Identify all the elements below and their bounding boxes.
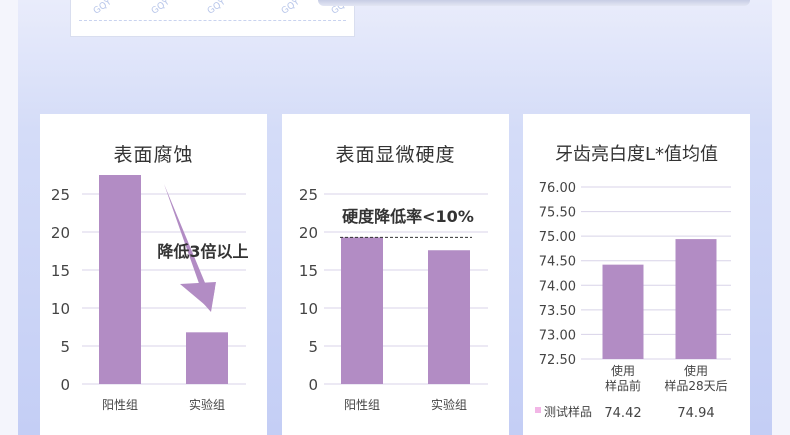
- x-tick-label: 实验组: [431, 397, 467, 412]
- y-tick-label: 75.50: [539, 206, 576, 221]
- y-tick-label: 15: [299, 262, 318, 280]
- y-tick-label: 20: [51, 224, 70, 242]
- product-image: GQY GQY GQY GQY GQY: [70, 0, 355, 37]
- bar: [428, 250, 470, 384]
- y-tick-label: 5: [60, 338, 70, 356]
- x-tick-label: 阳性组: [102, 398, 138, 412]
- y-tick-label: 73.00: [539, 328, 576, 343]
- annotation: 降低3倍以上: [157, 242, 248, 261]
- annotation: 硬度降低率<10%: [342, 207, 474, 226]
- y-tick-label: 10: [299, 300, 318, 318]
- x-tick-label: 实验组: [189, 397, 225, 412]
- x-tick-label: 样品前: [605, 378, 641, 393]
- chart-card-whiteness: 牙齿亮白度L*值均值 72.50 73.00 73.50 74.00 74.50 75.0…: [523, 114, 750, 435]
- legend-swatch: [535, 407, 541, 413]
- product-watermark: GQY: [91, 0, 114, 17]
- bar: [341, 237, 383, 384]
- y-tick-label: 20: [299, 224, 318, 242]
- bar: [675, 239, 717, 359]
- chart-card-microhardness: 表面显微硬度 0 5 10 15 20 25 阳性组 实验组 硬度降低率<10%: [282, 114, 509, 435]
- y-tick-label: 25: [51, 186, 70, 204]
- y-tick-label: 10: [51, 300, 70, 318]
- legend-label: 测试样品: [544, 404, 592, 419]
- product-watermark: GQY: [279, 0, 302, 17]
- y-tick-label: 73.50: [539, 304, 576, 319]
- product-watermark: GQY: [205, 0, 228, 17]
- page-margin-right: [772, 0, 790, 435]
- data-label: 74.42: [604, 406, 641, 421]
- y-tick-label: 0: [308, 376, 318, 394]
- x-tick-label: 样品28天后: [664, 378, 727, 393]
- x-tick-label: 使用: [611, 363, 635, 378]
- x-tick-label: 使用: [684, 363, 708, 378]
- bar: [602, 264, 644, 359]
- y-tick-label: 74.50: [539, 255, 576, 270]
- y-tick-label: 75.00: [539, 230, 576, 245]
- chart-surface-corrosion: 0 5 10 15 20 25 阳性组 实验组 降低3倍以上: [51, 175, 249, 412]
- data-label: 74.94: [677, 406, 714, 421]
- down-arrow-head: [180, 282, 216, 310]
- product-shadow: [318, 0, 750, 6]
- y-tick-label: 72.50: [539, 353, 576, 368]
- y-tick-label: 25: [299, 186, 318, 204]
- page-margin-left: [0, 0, 18, 435]
- y-tick-label: 74.00: [539, 279, 576, 294]
- y-tick-label: 15: [51, 262, 70, 280]
- x-tick-label: 阳性组: [344, 398, 380, 412]
- bar: [99, 175, 141, 384]
- bar: [186, 332, 228, 384]
- product-watermark: GQY: [149, 0, 172, 17]
- chart-card-surface-corrosion: 表面腐蚀 0 5 10 15 20 25 阳性组 实验组 降低3倍以上: [40, 114, 267, 435]
- y-tick-label: 76.00: [539, 181, 576, 196]
- chart-microhardness: 0 5 10 15 20 25 阳性组 实验组 硬度降低率<10%: [299, 186, 488, 412]
- y-tick-label: 0: [60, 376, 70, 394]
- chart-whiteness: 72.50 73.00 73.50 74.00 74.50 75.00 75.50 76.00…: [535, 181, 731, 421]
- product-dashed-line: [79, 20, 346, 21]
- y-tick-label: 5: [308, 338, 318, 356]
